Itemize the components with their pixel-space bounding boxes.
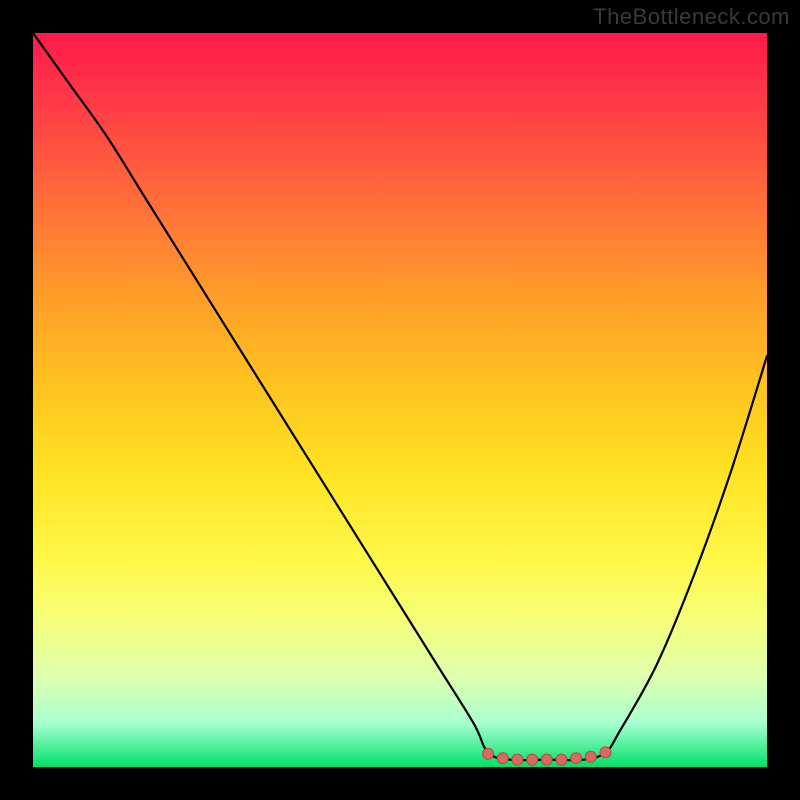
optimal-marker [556,754,567,765]
optimal-marker [600,747,611,758]
chart-svg [33,33,767,767]
optimal-marker [497,753,508,764]
optimal-range-markers [483,747,611,765]
optimal-marker [585,751,596,762]
plot-area [33,33,767,767]
optimal-marker [527,754,538,765]
chart-frame: TheBottleneck.com [0,0,800,800]
optimal-marker [483,748,494,759]
optimal-marker [571,753,582,764]
bottleneck-curve [33,33,767,760]
optimal-marker [541,754,552,765]
watermark-text: TheBottleneck.com [593,4,790,30]
optimal-marker [512,754,523,765]
